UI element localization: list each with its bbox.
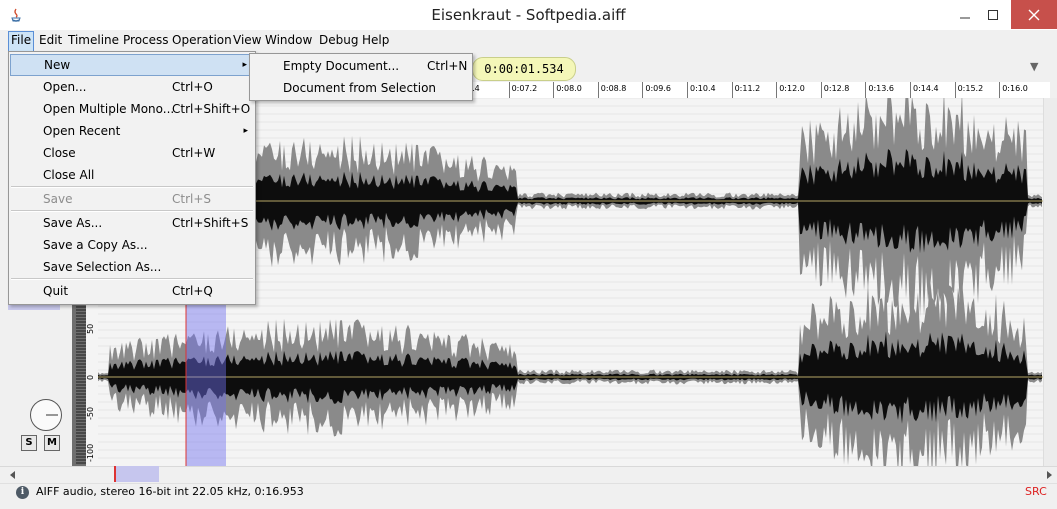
menu-debug[interactable]: Debug xyxy=(317,31,360,50)
menu-edit[interactable]: Edit xyxy=(37,31,64,50)
menu-item-new[interactable]: New ▸ xyxy=(10,54,254,76)
ruler-tick: 0:14.4 xyxy=(910,82,939,98)
menu-item-open-recent[interactable]: Open Recent ▸ xyxy=(10,120,254,142)
scale-label: 50 xyxy=(86,323,95,334)
timeline-ruler[interactable]: 6.4 0:07.2 0:08.0 0:08.8 0:09.6 0:10.4 0:11.2 0… xyxy=(472,82,1050,99)
menu-item-close-all[interactable]: Close All xyxy=(10,164,254,186)
menu-operation[interactable]: Operation xyxy=(170,31,234,50)
menu-view[interactable]: View xyxy=(231,31,263,50)
menu-item-save-copy-as[interactable]: Save a Copy As... xyxy=(10,234,254,256)
menu-item-open[interactable]: Open... Ctrl+O xyxy=(10,76,254,98)
close-button[interactable] xyxy=(1011,0,1057,29)
file-menu-dropdown: New ▸ Open... Ctrl+O Open Multiple Mono..… xyxy=(8,51,256,305)
solo-button[interactable]: S xyxy=(21,435,37,451)
ruler-tick: 0:12.8 xyxy=(820,82,849,98)
ruler-tick: 0:11.2 xyxy=(731,82,760,98)
playback-cursor xyxy=(114,466,116,482)
window-title: Eisenkraut - Softpedia.aiff xyxy=(431,6,626,24)
ruler-tick: 0:12.0 xyxy=(776,82,805,98)
vertical-scrollbar[interactable] xyxy=(1043,98,1057,466)
scroll-left-icon xyxy=(10,471,15,479)
status-text: AIFF audio, stereo 16-bit int 22.05 kHz,… xyxy=(36,485,304,498)
menu-item-quit[interactable]: Quit Ctrl+Q xyxy=(10,280,254,302)
ruler-tick: 0:08.0 xyxy=(553,82,582,98)
maximize-button[interactable] xyxy=(976,0,1010,29)
scale-label: -100 xyxy=(86,443,95,462)
menu-timeline[interactable]: Timeline xyxy=(66,31,121,50)
close-icon xyxy=(1028,9,1040,20)
knob-icon xyxy=(46,414,58,416)
minimize-icon xyxy=(960,17,970,18)
info-icon: i xyxy=(16,486,29,499)
status-src: SRC xyxy=(1025,485,1047,498)
new-submenu: Empty Document... Ctrl+N Document from Se… xyxy=(249,53,473,101)
menu-file[interactable]: File xyxy=(8,31,35,52)
scroll-right-icon xyxy=(1047,471,1052,479)
toolbar-dropdown-icon[interactable]: ▼ xyxy=(1030,60,1038,73)
submenu-arrow-icon: ▸ xyxy=(243,126,248,136)
submenu-item-document-from-selection[interactable]: Document from Selection xyxy=(251,77,471,99)
scroll-thumb[interactable] xyxy=(114,466,159,482)
submenu-item-empty-document[interactable]: Empty Document... Ctrl+N xyxy=(251,55,471,77)
menu-help[interactable]: Help xyxy=(360,31,391,50)
ruler-tick: 0:10.4 xyxy=(687,82,716,98)
scale-label: 0 xyxy=(86,374,95,380)
menu-item-save-selection-as[interactable]: Save Selection As... xyxy=(10,256,254,278)
time-display[interactable]: 0:00:01.534 xyxy=(472,57,576,81)
ruler-tick: 0:08.8 xyxy=(597,82,626,98)
ruler-tick: 0:15.2 xyxy=(954,82,983,98)
menu-item-open-multiple-mono[interactable]: Open Multiple Mono... Ctrl+Shift+O xyxy=(10,98,254,120)
ruler-tick: 0:07.2 xyxy=(508,82,537,98)
ruler-tick: 6.4 xyxy=(472,82,480,98)
mute-button[interactable]: M xyxy=(44,435,60,451)
menu-item-close[interactable]: Close Ctrl+W xyxy=(10,142,254,164)
menu-process[interactable]: Process xyxy=(121,31,171,50)
ruler-tick: 0:13.6 xyxy=(865,82,894,98)
menu-window[interactable]: Window xyxy=(263,31,314,50)
ruler-tick: 0:09.6 xyxy=(642,82,671,98)
ruler-tick: 0:16.0 xyxy=(999,82,1028,98)
balance-knob[interactable] xyxy=(30,399,62,431)
submenu-arrow-icon: ▸ xyxy=(242,60,247,70)
maximize-icon xyxy=(988,9,998,20)
menu-item-save-as[interactable]: Save As... Ctrl+Shift+S xyxy=(10,212,254,234)
scale-label: -50 xyxy=(86,406,95,420)
menu-item-save: Save Ctrl+S xyxy=(43,192,212,206)
